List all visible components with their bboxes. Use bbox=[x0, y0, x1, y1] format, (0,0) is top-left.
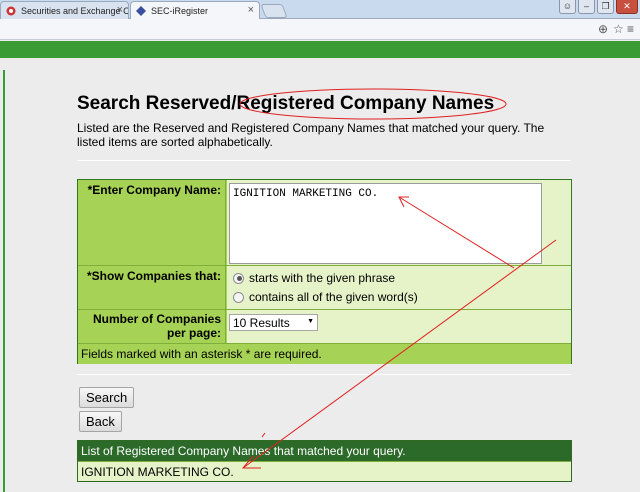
tab-label: Securities and Exchange C bbox=[21, 5, 129, 16]
show-companies-row: *Show Companies that: starts with the gi… bbox=[78, 266, 571, 310]
browser-tab-iregister[interactable]: SEC-iRegister × bbox=[130, 1, 260, 19]
search-form: *Enter Company Name: IGNITION MARKETING … bbox=[77, 179, 572, 364]
minimize-icon[interactable]: – bbox=[578, 0, 595, 14]
close-window-icon[interactable]: ✕ bbox=[616, 0, 638, 14]
radio-contains-all[interactable] bbox=[233, 291, 244, 303]
option-label: starts with the given phrase bbox=[249, 271, 396, 285]
company-name-cell: IGNITION MARKETING CO. bbox=[227, 180, 571, 265]
divider bbox=[77, 160, 571, 161]
browser-toolbar: ⊕ ☆ ≡ bbox=[0, 19, 640, 40]
browser-tab-sec[interactable]: Securities and Exchange C × bbox=[0, 1, 129, 19]
left-border-line bbox=[3, 70, 5, 492]
table-row[interactable]: IGNITION MARKETING CO. bbox=[78, 461, 571, 481]
bookmark-star-icon[interactable]: ☆ bbox=[613, 22, 624, 36]
profile-icon[interactable]: ☺ bbox=[559, 0, 576, 14]
tab-label: SEC-iRegister bbox=[151, 5, 209, 16]
tab-close-icon[interactable]: × bbox=[117, 4, 123, 16]
show-companies-cell: starts with the given phrase contains al… bbox=[227, 266, 571, 309]
per-page-select[interactable]: 10 Results ▼ bbox=[229, 314, 318, 331]
required-note: Fields marked with an asterisk * are req… bbox=[78, 344, 571, 364]
page-description: Listed are the Reserved and Registered C… bbox=[77, 121, 545, 149]
company-name-row: *Enter Company Name: IGNITION MARKETING … bbox=[78, 180, 571, 266]
results-header: List of Registered Company Names that ma… bbox=[78, 441, 571, 461]
browser-tabstrip: Securities and Exchange C × SEC-iRegiste… bbox=[0, 0, 640, 19]
page-title-part1: Search Reserved/ bbox=[77, 93, 237, 114]
back-button[interactable]: Back bbox=[79, 411, 122, 432]
option-contains-all[interactable]: contains all of the given word(s) bbox=[233, 290, 418, 304]
per-page-label: Number of Companies per page: bbox=[78, 310, 226, 343]
window-controls: ☺ – ❐ ✕ bbox=[559, 0, 638, 14]
option-starts-with[interactable]: starts with the given phrase bbox=[233, 271, 395, 285]
page-title-part2: Registered Company Names bbox=[236, 93, 495, 114]
per-page-cell: 10 Results ▼ bbox=[227, 310, 571, 343]
option-label: contains all of the given word(s) bbox=[249, 290, 418, 304]
search-button[interactable]: Search bbox=[79, 387, 135, 408]
iregister-favicon-icon bbox=[136, 6, 146, 16]
page-title: Search Reserved/Registered Company Names bbox=[77, 93, 494, 115]
chevron-down-icon: ▼ bbox=[307, 318, 314, 325]
company-name-label: *Enter Company Name: bbox=[78, 180, 226, 265]
per-page-row: Number of Companies per page: 10 Results… bbox=[78, 310, 571, 344]
maximize-icon[interactable]: ❐ bbox=[597, 0, 614, 14]
radio-starts-with[interactable] bbox=[233, 272, 244, 284]
sec-favicon-icon bbox=[6, 6, 16, 16]
zoom-icon[interactable]: ⊕ bbox=[598, 22, 608, 36]
menu-icon[interactable]: ≡ bbox=[627, 22, 634, 36]
site-header-bar bbox=[0, 41, 640, 58]
new-tab-button[interactable] bbox=[260, 4, 288, 18]
tab-close-icon[interactable]: × bbox=[248, 4, 254, 16]
results-table: List of Registered Company Names that ma… bbox=[77, 440, 572, 482]
company-name-input[interactable]: IGNITION MARKETING CO. bbox=[229, 183, 542, 264]
per-page-value: 10 Results bbox=[233, 316, 290, 330]
show-companies-label: *Show Companies that: bbox=[78, 266, 226, 309]
divider bbox=[77, 374, 571, 375]
